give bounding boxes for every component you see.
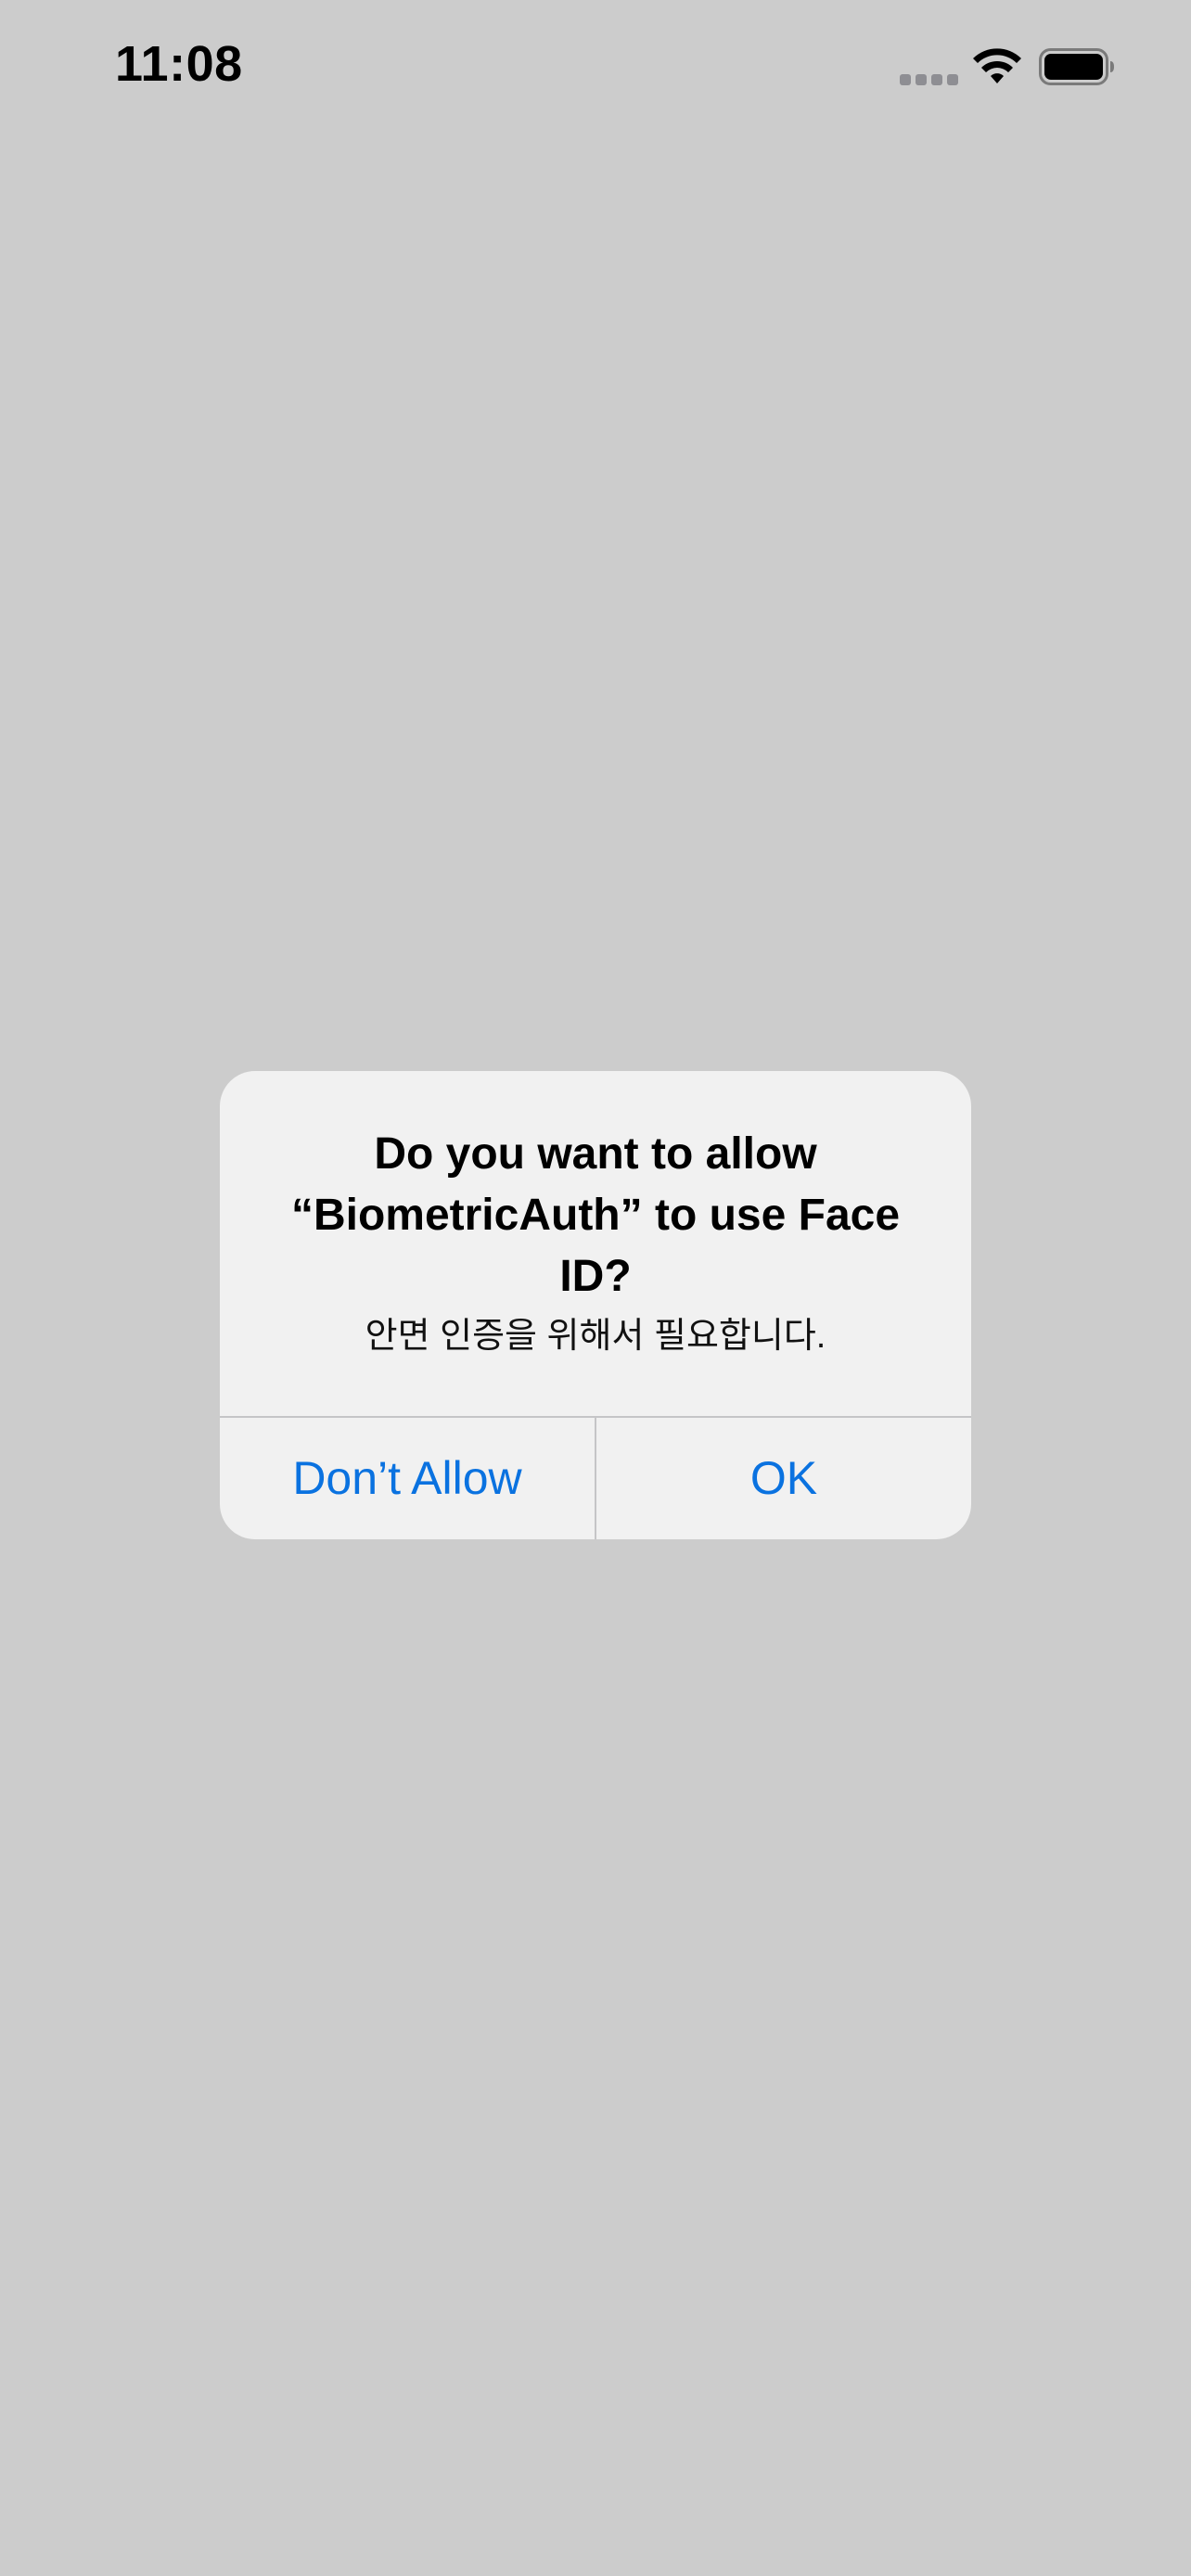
dont-allow-button[interactable]: Don’t Allow: [220, 1418, 595, 1539]
face-id-permission-alert: Do you want to allow “BiometricAuth” to …: [220, 1071, 971, 1539]
alert-message: 안면 인증을 위해서 필요합니다.: [365, 1317, 826, 1356]
status-bar: 11:08: [0, 0, 1191, 130]
wifi-icon: [973, 48, 1021, 83]
alert-content: Do you want to allow “BiometricAuth” to …: [220, 1071, 971, 1416]
ok-button[interactable]: OK: [596, 1418, 971, 1539]
cellular-signal-icon: [900, 74, 959, 85]
alert-title: Do you want to allow “BiometricAuth” to …: [290, 1129, 901, 1301]
status-time: 11:08: [115, 36, 243, 92]
battery-icon: [1039, 48, 1114, 85]
